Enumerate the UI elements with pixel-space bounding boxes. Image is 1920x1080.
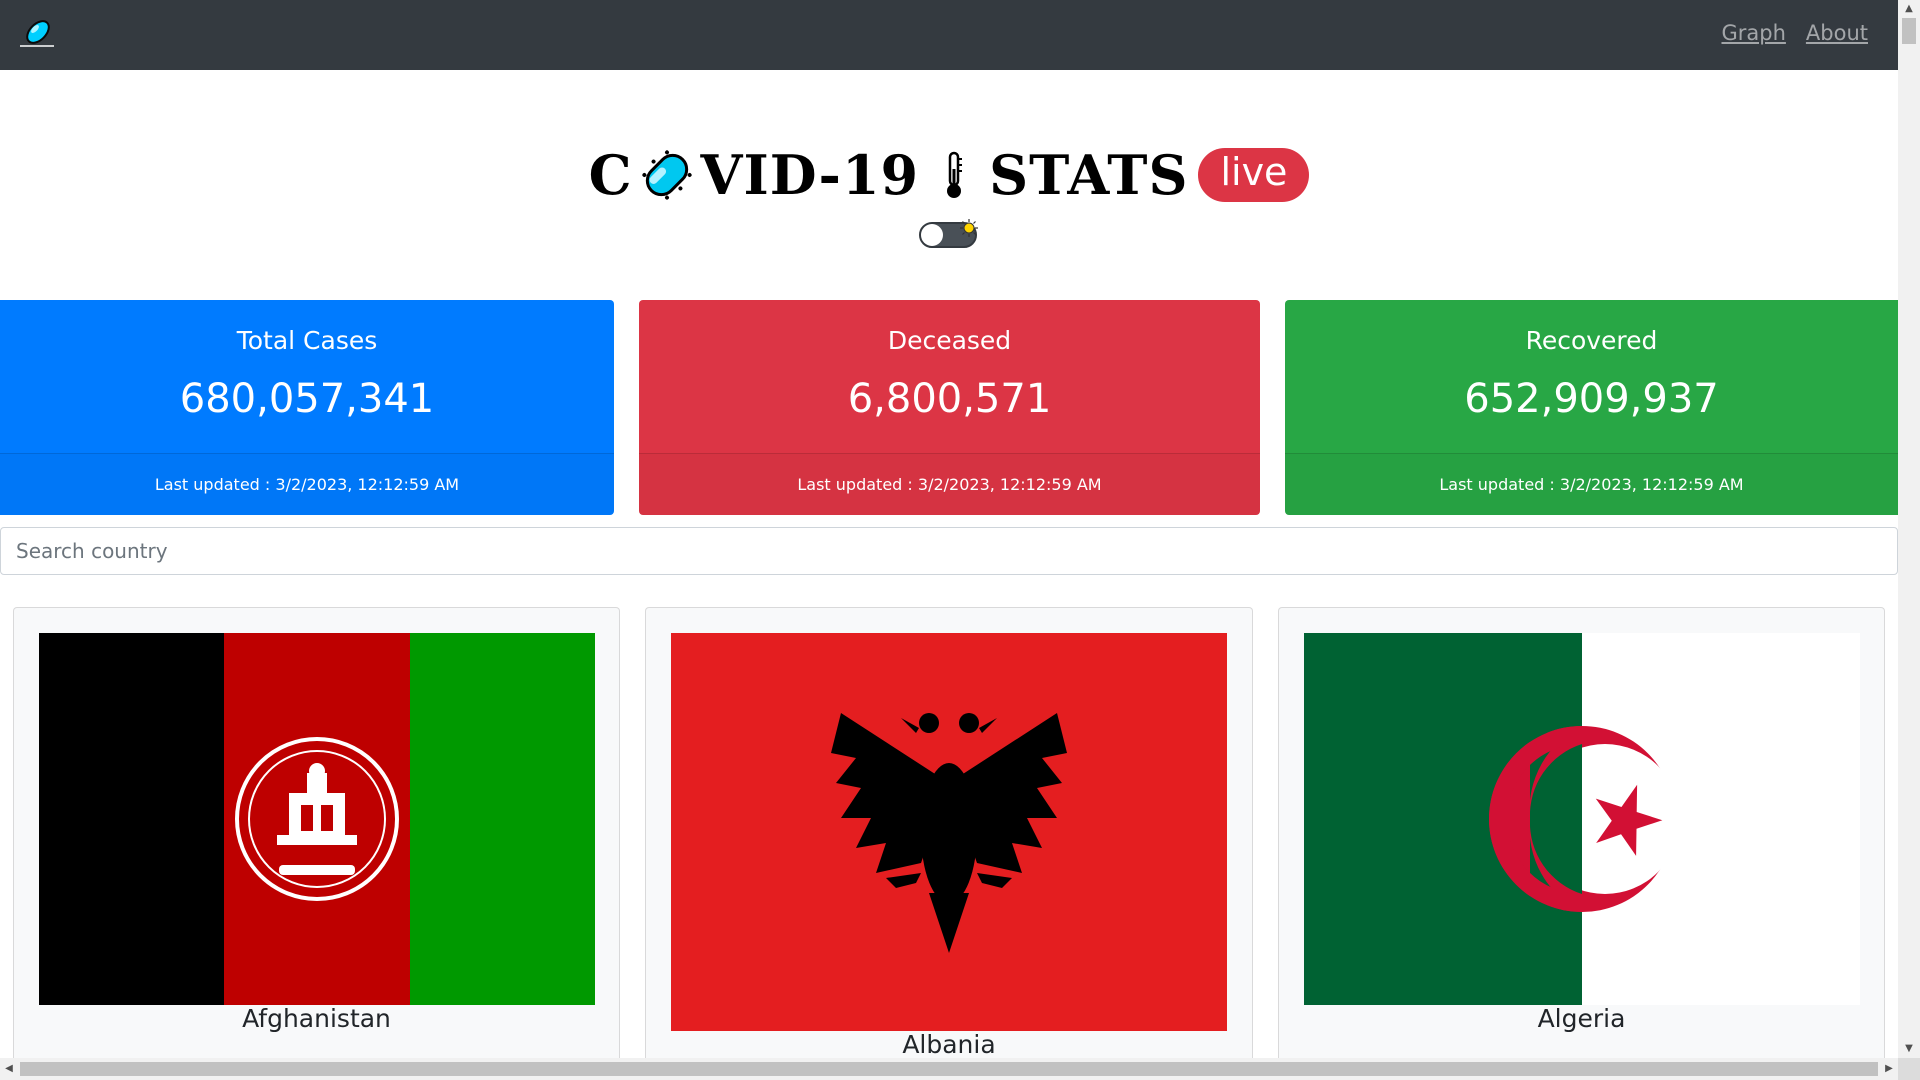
stat-value: 652,909,937 (1464, 376, 1719, 422)
country-card-afghanistan[interactable]: Afghanistan (13, 607, 620, 1058)
title-covid-text: VID-19 (700, 143, 920, 207)
page-viewport: Graph About C VID-19 STATS live Total Ca… (0, 0, 1898, 1058)
page-header: C VID-19 STATS live (0, 70, 1898, 300)
sun-icon (959, 218, 979, 238)
title-stats-text: STATS (989, 143, 1189, 207)
country-name: Algeria (1537, 1004, 1626, 1033)
total-cases-card: Total Cases 680,057,341 Last updated : 3… (0, 300, 614, 515)
thermometer-icon (941, 149, 967, 201)
search-country-input[interactable] (0, 527, 1898, 575)
title-letter-c: C (588, 143, 633, 207)
live-badge: live (1198, 148, 1310, 202)
stat-footer: Last updated : 3/2/2023, 12:12:59 AM (1285, 453, 1898, 515)
stat-footer: Last updated : 3/2/2023, 12:12:59 AM (0, 453, 614, 515)
nav-links: Graph About (1721, 21, 1868, 45)
scroll-up-icon[interactable]: ▲ (1898, 0, 1920, 18)
navbar: Graph About (0, 0, 1898, 70)
deceased-card: Deceased 6,800,571 Last updated : 3/2/20… (639, 300, 1260, 515)
afghanistan-flag (39, 633, 595, 1005)
stat-value: 680,057,341 (179, 376, 435, 422)
scrollbar-corner (1898, 1058, 1920, 1080)
recovered-card: Recovered 652,909,937 Last updated : 3/2… (1285, 300, 1898, 515)
virus-o-icon (637, 145, 697, 205)
country-name: Afghanistan (242, 1004, 391, 1033)
stat-footer: Last updated : 3/2/2023, 12:12:59 AM (639, 453, 1260, 515)
scroll-right-icon[interactable]: ▶ (1880, 1058, 1898, 1080)
horizontal-scroll-thumb[interactable] (20, 1062, 1878, 1076)
page-title: C VID-19 STATS live (0, 145, 1898, 205)
stat-title: Recovered (1525, 326, 1658, 355)
vertical-scrollbar[interactable]: ▲ ▼ (1898, 0, 1920, 1058)
scroll-down-icon[interactable]: ▼ (1898, 1040, 1920, 1058)
horizontal-scrollbar[interactable]: ◀ ▶ (0, 1058, 1898, 1080)
stat-value: 6,800,571 (847, 376, 1052, 422)
stat-title: Total Cases (236, 326, 378, 355)
country-card-algeria[interactable]: Algeria (1278, 607, 1885, 1058)
virus-capsule-icon[interactable] (18, 18, 56, 50)
albania-flag (671, 633, 1227, 1031)
nav-link-graph[interactable]: Graph (1721, 21, 1785, 45)
scroll-left-icon[interactable]: ◀ (0, 1058, 18, 1080)
toggle-knob (921, 224, 943, 246)
algeria-flag (1304, 633, 1860, 1005)
theme-toggle[interactable] (917, 218, 981, 250)
nav-link-about[interactable]: About (1806, 21, 1868, 45)
stat-title: Deceased (887, 326, 1012, 355)
vertical-scroll-thumb[interactable] (1902, 18, 1916, 44)
country-name: Albania (902, 1030, 996, 1058)
country-card-albania[interactable]: Albania (645, 607, 1253, 1058)
